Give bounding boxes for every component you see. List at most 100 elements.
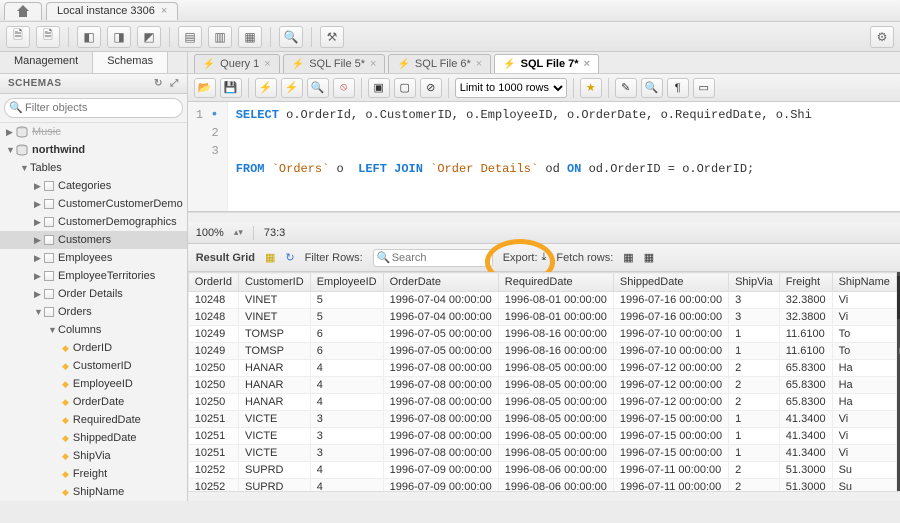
line-gutter: 1 • 2 3	[188, 102, 228, 211]
sql-code[interactable]: SELECT o.OrderId, o.CustomerID, o.Employ…	[228, 102, 820, 211]
grid-scrollbar[interactable]	[188, 491, 900, 501]
tool-button-1[interactable]: ◧	[77, 26, 101, 48]
column-header[interactable]: ShipName	[832, 273, 896, 292]
tool-button-2[interactable]: ◨	[107, 26, 131, 48]
column-header[interactable]: RequiredDate	[498, 273, 613, 292]
tool-button-3[interactable]: ◩	[137, 26, 161, 48]
query-tab[interactable]: ⚡SQL File 5*×	[283, 54, 386, 73]
close-icon[interactable]: ×	[476, 58, 482, 70]
connection-tab[interactable]: Local instance 3306 ×	[46, 2, 178, 20]
tree-table-orders[interactable]: ▼Orders	[0, 303, 187, 321]
tab-management[interactable]: Management	[0, 52, 93, 73]
rollback-button[interactable]: ▢	[394, 78, 416, 98]
table-row[interactable]: 10251VICTE31996-07-08 00:00:001996-08-05…	[188, 411, 896, 428]
export-button[interactable]: ⤓	[542, 251, 547, 264]
column-header[interactable]: ShipVia	[729, 273, 780, 292]
search-icon: 🔍	[284, 30, 299, 44]
open-button[interactable]: 📂	[194, 78, 216, 98]
tree-column[interactable]: ◆ShipVia	[0, 447, 187, 465]
tree-column[interactable]: ◆ShipName	[0, 483, 187, 501]
execute-current-button[interactable]: ⚡	[281, 78, 303, 98]
filter-input[interactable]	[4, 98, 183, 118]
refresh-icon[interactable]: ↻	[154, 78, 163, 89]
tool-button-7[interactable]: 🔍	[279, 26, 303, 48]
table-row[interactable]: 10251VICTE31996-07-08 00:00:001996-08-05…	[188, 445, 896, 462]
table-row[interactable]: 10248VINET51996-07-04 00:00:001996-08-01…	[188, 309, 896, 326]
commit-button[interactable]: ▣	[368, 78, 390, 98]
new-sql-tab-button[interactable]: 🗎	[6, 26, 30, 48]
home-tab[interactable]	[4, 2, 42, 20]
tree-table[interactable]: ▶Employees	[0, 249, 187, 267]
filter-rows-input[interactable]	[373, 249, 493, 267]
toggle-button[interactable]: ⊘	[420, 78, 442, 98]
grid-icon[interactable]: ▦	[265, 251, 275, 264]
tool-button[interactable]: 🔍	[641, 78, 663, 98]
fetch-button-2[interactable]: ▦	[644, 251, 654, 264]
explain-button[interactable]: 🔍	[307, 78, 329, 98]
limit-select[interactable]: Limit to 1000 rows	[455, 78, 567, 98]
tool-button-5[interactable]: ▥	[208, 26, 232, 48]
column-header[interactable]: OrderDate	[383, 273, 498, 292]
table-row[interactable]: 10252SUPRD41996-07-09 00:00:001996-08-06…	[188, 479, 896, 492]
table-row[interactable]: 10250HANAR41996-07-08 00:00:001996-08-05…	[188, 360, 896, 377]
table-cell: 1	[729, 411, 780, 428]
tree-table[interactable]: ▶CustomerDemographics	[0, 213, 187, 231]
beautify-button[interactable]: ★	[580, 78, 602, 98]
expand-icon[interactable]: ⤢	[170, 78, 179, 89]
tool-button[interactable]: ✎	[615, 78, 637, 98]
tree-column[interactable]: ◆ShippedDate	[0, 429, 187, 447]
close-icon[interactable]: ×	[370, 58, 376, 70]
query-tab[interactable]: ⚡SQL File 6*×	[388, 54, 491, 73]
table-row[interactable]: 10249TOMSP61996-07-05 00:00:001996-08-16…	[188, 326, 896, 343]
tree-column[interactable]: ◆CustomerID	[0, 357, 187, 375]
tree-columns[interactable]: ▼Columns	[0, 321, 187, 339]
tree-db-music[interactable]: ▶Music	[0, 123, 187, 141]
tree-table[interactable]: ▶Categories	[0, 177, 187, 195]
column-header[interactable]: OrderId	[188, 273, 238, 292]
tool-button-4[interactable]: ▤	[178, 26, 202, 48]
tree-tables[interactable]: ▼Tables	[0, 159, 187, 177]
sql-editor[interactable]: 1 • 2 3 SELECT o.OrderId, o.CustomerID, …	[188, 102, 900, 212]
fetch-button[interactable]: ▦	[623, 251, 633, 264]
zoom-stepper[interactable]: ▴▾	[234, 227, 243, 238]
table-row[interactable]: 10250HANAR41996-07-08 00:00:001996-08-05…	[188, 377, 896, 394]
result-grid[interactable]: OrderIdCustomerIDEmployeeIDOrderDateRequ…	[188, 272, 897, 491]
close-icon[interactable]: ×	[264, 58, 270, 70]
tree-column[interactable]: ◆Freight	[0, 465, 187, 483]
tree-column[interactable]: ◆OrderID	[0, 339, 187, 357]
table-row[interactable]: 10249TOMSP61996-07-05 00:00:001996-08-16…	[188, 343, 896, 360]
tree-table-customers[interactable]: ▶Customers	[0, 231, 187, 249]
save-button[interactable]: 💾	[220, 78, 242, 98]
table-row[interactable]: 10248VINET51996-07-04 00:00:001996-08-01…	[188, 292, 896, 309]
column-header[interactable]: ShippedDate	[613, 273, 728, 292]
tool-button[interactable]: ▭	[693, 78, 715, 98]
table-cell: 1996-07-11 00:00:00	[613, 462, 728, 479]
tool-button-6[interactable]: ▦	[238, 26, 262, 48]
refresh-icon[interactable]: ↻	[285, 251, 294, 264]
query-tab-active[interactable]: ⚡SQL File 7*×	[494, 54, 599, 73]
tree-db-northwind[interactable]: ▼northwind	[0, 141, 187, 159]
tool-button-8[interactable]: ⚒	[320, 26, 344, 48]
stop-button[interactable]: ⦸	[333, 78, 355, 98]
column-header[interactable]: CustomerID	[239, 273, 311, 292]
tree-table[interactable]: ▶CustomerCustomerDemo	[0, 195, 187, 213]
tree-column[interactable]: ◆EmployeeID	[0, 375, 187, 393]
table-row[interactable]: 10252SUPRD41996-07-09 00:00:001996-08-06…	[188, 462, 896, 479]
tool-button[interactable]: ¶	[667, 78, 689, 98]
settings-button[interactable]: ⚙	[870, 26, 894, 48]
open-sql-button[interactable]: 🗎	[36, 26, 60, 48]
tree-table[interactable]: ▶EmployeeTerritories	[0, 267, 187, 285]
column-header[interactable]: Freight	[779, 273, 832, 292]
tab-schemas[interactable]: Schemas	[93, 52, 168, 73]
tree-column[interactable]: ◆OrderDate	[0, 393, 187, 411]
column-header[interactable]: EmployeeID	[310, 273, 383, 292]
close-icon[interactable]: ×	[584, 58, 590, 70]
editor-scrollbar[interactable]	[188, 212, 900, 222]
tree-table[interactable]: ▶Order Details	[0, 285, 187, 303]
close-icon[interactable]: ×	[161, 5, 167, 17]
tree-column[interactable]: ◆RequiredDate	[0, 411, 187, 429]
query-tab[interactable]: ⚡Query 1×	[194, 54, 280, 73]
table-row[interactable]: 10250HANAR41996-07-08 00:00:001996-08-05…	[188, 394, 896, 411]
execute-button[interactable]: ⚡	[255, 78, 277, 98]
table-row[interactable]: 10251VICTE31996-07-08 00:00:001996-08-05…	[188, 428, 896, 445]
